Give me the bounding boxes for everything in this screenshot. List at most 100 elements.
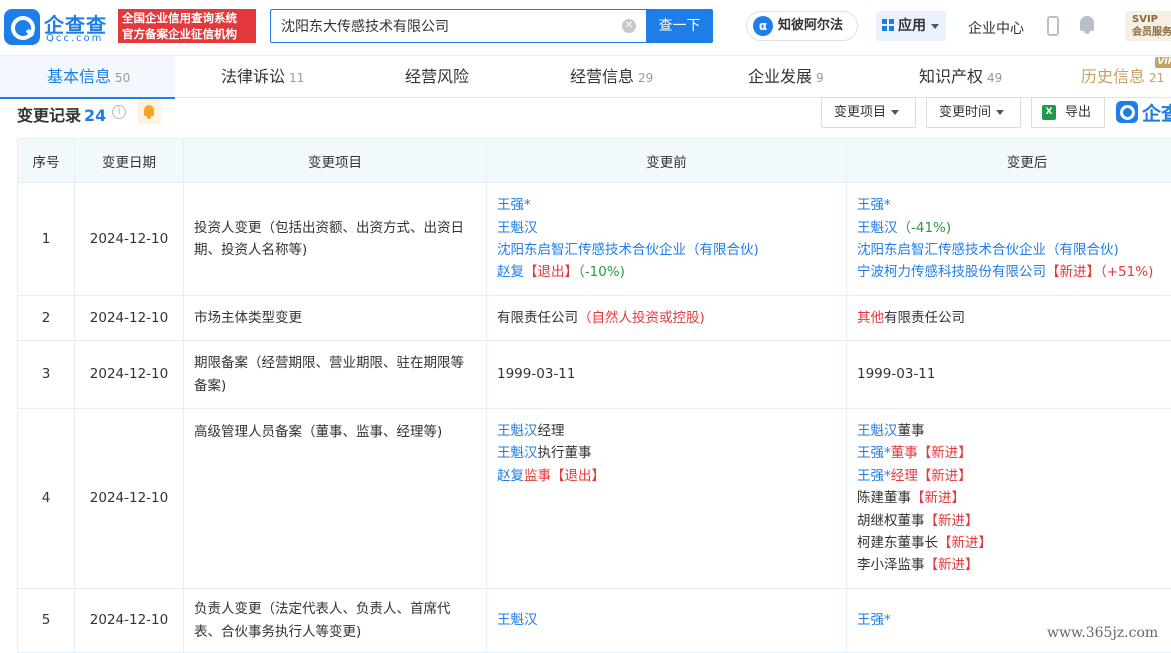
entity-link[interactable]: 王魁汉 <box>497 220 538 236</box>
filter-change-time[interactable]: 变更时间 <box>926 97 1021 128</box>
cell-no: 4 <box>18 409 75 589</box>
section-count: 24 <box>84 106 106 125</box>
change-line: 王魁汉 <box>497 217 836 239</box>
change-text: （-10%) <box>578 264 625 280</box>
col-header-date: 变更日期 <box>75 139 184 183</box>
tab-label: 经营风险 <box>405 67 469 86</box>
change-text: 有限责任公司 <box>497 310 578 326</box>
search-box: ✕ <box>270 9 646 43</box>
change-text: 柯建东董事长 <box>857 535 938 551</box>
clear-icon[interactable]: ✕ <box>622 19 636 33</box>
change-line: 沈阳东启智汇传感技术合伙企业（有限合伙) <box>497 239 836 261</box>
cell-before: 王魁汉 <box>487 589 847 653</box>
section-title-text: 变更记录 <box>17 106 81 125</box>
enterprise-center-link[interactable]: 企业中心 <box>968 18 1024 38</box>
tab-risk[interactable]: 经营风险 <box>405 56 473 98</box>
entity-link[interactable]: 王强* <box>857 197 891 213</box>
qcc-logo[interactable]: 企查查 Qcc.com <box>4 9 116 45</box>
change-line: 1999-03-11 <box>497 363 836 385</box>
change-line: 赵复【退出】（-10%) <box>497 261 836 283</box>
tab-label: 知识产权 <box>919 67 983 86</box>
entity-link[interactable]: 王强* <box>857 445 891 461</box>
alpha-button[interactable]: α 知彼阿尔法 <box>746 11 858 41</box>
cell-date: 2024-12-10 <box>75 341 184 409</box>
bell-icon[interactable] <box>1079 15 1095 35</box>
entity-link[interactable]: 王强* <box>857 612 891 628</box>
tab-operation[interactable]: 经营信息 29 <box>570 56 653 98</box>
cell-no: 5 <box>18 589 75 653</box>
cell-before: 王魁汉经理王魁汉执行董事赵复监事【退出】 <box>487 409 847 589</box>
change-line: 胡继权董事【新进】 <box>857 510 1171 532</box>
qcc-brand-mark: 企查 <box>1114 99 1171 127</box>
entity-link[interactable]: 赵复 <box>497 264 524 280</box>
change-text: 1999-03-11 <box>857 366 935 382</box>
filter-label: 变更时间 <box>939 105 991 120</box>
cell-after: 王魁汉董事王强*董事【新进】王强*经理【新进】陈建董事【新进】胡继权董事【新进】… <box>847 409 1171 589</box>
entity-link[interactable]: 王强* <box>497 197 531 213</box>
cell-date: 2024-12-10 <box>75 589 184 653</box>
tab-count: 50 <box>115 71 130 85</box>
tab-basic-info[interactable]: 基本信息50 <box>0 56 175 98</box>
change-line: 沈阳东启智汇传感技术合伙企业（有限合伙) <box>857 239 1171 261</box>
change-record-table: 序号 变更日期 变更项目 变更前 变更后 12024-12-10投资人变更（包括… <box>17 138 1171 653</box>
change-line: 王强*经理【新进】 <box>857 465 1171 487</box>
entity-link[interactable]: 沈阳东启智汇传感技术合伙企业（有限合伙) <box>857 242 1119 258</box>
search-button[interactable]: 查一下 <box>646 9 713 43</box>
entity-link[interactable]: 王强* <box>857 468 891 484</box>
entity-link[interactable]: 沈阳东启智汇传感技术合伙企业（有限合伙) <box>497 242 759 258</box>
alpha-label: 知彼阿尔法 <box>778 18 843 33</box>
svip-sublabel: 会员服务 <box>1132 26 1171 39</box>
slogan-line-2: 官方备案企业征信机构 <box>122 26 252 42</box>
tab-development[interactable]: 企业发展9 <box>748 56 824 98</box>
entity-link[interactable]: 王魁汉 <box>857 423 898 439</box>
change-line: 王魁汉 <box>497 609 836 631</box>
tab-count: 29 <box>638 71 653 85</box>
tab-history[interactable]: 历史信息21 VIP <box>1081 56 1171 98</box>
entity-link[interactable]: 王魁汉 <box>497 445 538 461</box>
cell-before: 王强* 王魁汉沈阳东启智汇传感技术合伙企业（有限合伙) 赵复【退出】（-10%) <box>487 183 847 296</box>
cell-before: 有限责任公司（自然人投资或控股) <box>487 296 847 341</box>
entity-link[interactable]: 宁波柯力传感科技股份有限公司 <box>857 264 1046 280</box>
change-text: 【新进】 <box>925 513 979 529</box>
change-line: 陈建董事【新进】 <box>857 487 1171 509</box>
chevron-down-icon <box>931 24 939 29</box>
change-text: 【新进】 <box>918 468 972 484</box>
change-line: 王魁汉执行董事 <box>497 442 836 464</box>
entity-link[interactable]: 王魁汉 <box>497 423 538 439</box>
change-text: 【新进】 <box>1046 264 1100 280</box>
table-row: 32024-12-10期限备案（经营期限、营业期限、驻在期限等备案)1999-0… <box>18 341 1171 409</box>
cell-no: 2 <box>18 296 75 341</box>
search-input[interactable] <box>271 10 611 42</box>
col-header-after: 变更后 <box>847 139 1171 183</box>
logo-domain: Qcc.com <box>46 33 103 44</box>
table-row: 42024-12-10高级管理人员备案（董事、监事、经理等)王魁汉经理王魁汉执行… <box>18 409 1171 589</box>
qcc-logo-icon <box>4 9 40 45</box>
export-button[interactable]: X 导出 <box>1031 97 1105 128</box>
entity-link[interactable]: 赵复 <box>497 468 524 484</box>
change-text: 胡继权董事 <box>857 513 925 529</box>
cell-before: 1999-03-11 <box>487 341 847 409</box>
svip-button[interactable]: SVIP 会员服务 <box>1125 11 1171 41</box>
excel-icon: X <box>1042 105 1056 120</box>
cell-item: 高级管理人员备案（董事、监事、经理等) <box>184 409 487 589</box>
filter-change-item[interactable]: 变更项目 <box>821 97 916 128</box>
tab-ip[interactable]: 知识产权49 <box>919 56 1002 98</box>
change-text: 有限责任公司 <box>884 310 965 326</box>
top-bar: 企查查 Qcc.com 全国企业信用查询系统 官方备案企业征信机构 ✕ 查一下 … <box>0 0 1171 54</box>
tab-label: 经营信息 <box>570 67 634 86</box>
cell-date: 2024-12-10 <box>75 183 184 296</box>
apps-menu[interactable]: 应用 <box>876 11 946 41</box>
change-line: 王强*董事【新进】 <box>857 442 1171 464</box>
tab-legal[interactable]: 法律诉讼11 <box>221 56 304 98</box>
monitor-bell-button[interactable] <box>137 100 161 124</box>
entity-link[interactable]: 王魁汉 <box>497 612 538 628</box>
grid-icon <box>882 19 895 32</box>
phone-icon[interactable] <box>1047 16 1059 36</box>
cell-item: 期限备案（经营期限、营业期限、驻在期限等备案) <box>184 341 487 409</box>
cell-no: 1 <box>18 183 75 296</box>
bell-icon <box>144 105 154 116</box>
info-icon[interactable]: i <box>112 105 126 119</box>
entity-link[interactable]: 王魁汉 <box>857 220 898 236</box>
change-text: 【新进】 <box>938 535 992 551</box>
change-text: 董事 <box>891 445 918 461</box>
